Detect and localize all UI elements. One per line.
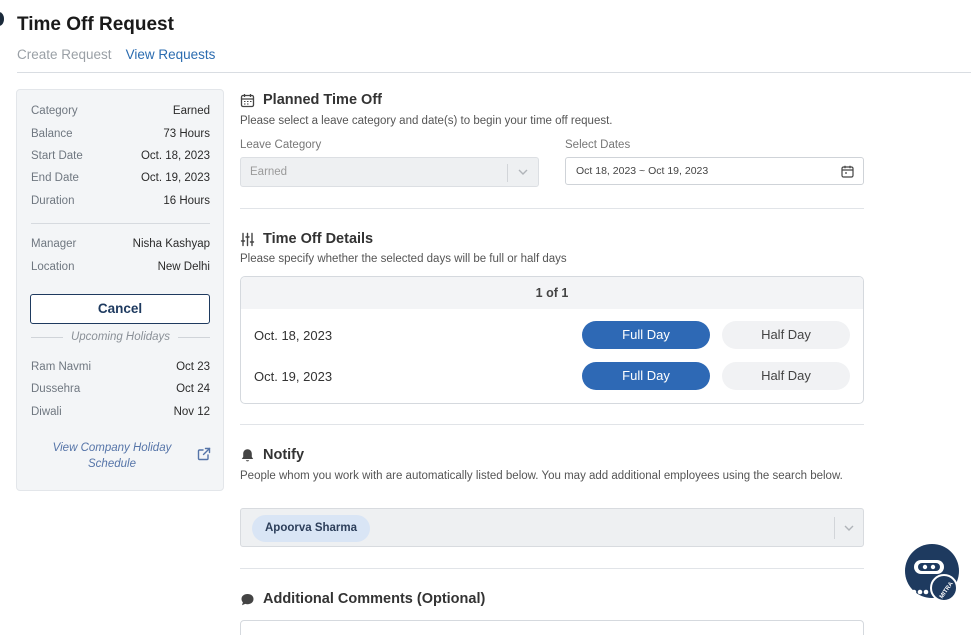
full-day-button[interactable]: Full Day	[582, 362, 710, 390]
summary-row-duration: Duration 16 Hours	[31, 195, 210, 207]
summary-key: Duration	[31, 195, 75, 207]
chevron-down-icon	[518, 169, 528, 175]
half-day-button[interactable]: Half Day	[722, 321, 850, 349]
summary-row-end-date: End Date Oct. 19, 2023	[31, 172, 210, 184]
planned-description: Please select a leave category and date(…	[240, 115, 613, 127]
leave-category-value: Earned	[250, 166, 288, 178]
tab-create-request[interactable]: Create Request	[17, 47, 112, 62]
summary-row-location: Location New Delhi	[31, 261, 210, 273]
heading-rule	[31, 336, 63, 338]
notify-description: People whom you work with are automatica…	[240, 470, 843, 482]
section-divider	[240, 208, 864, 209]
summary-value: New Delhi	[157, 261, 210, 273]
time-off-details-table: 1 of 1 Oct. 18, 2023 Full Day Half Day O…	[240, 276, 864, 404]
summary-value: Nisha Kashyap	[132, 238, 210, 250]
upcoming-holidays-label: Upcoming Holidays	[70, 331, 171, 343]
section-title: Additional Comments (Optional)	[263, 591, 486, 607]
comments-textarea[interactable]	[240, 620, 864, 635]
leave-category-select: Earned	[240, 157, 539, 187]
summary-divider	[31, 223, 210, 224]
comment-icon	[241, 593, 254, 605]
heading-rule	[178, 336, 211, 338]
holiday-date: Oct 23	[176, 361, 210, 373]
holiday-row: Ram Navmi Oct 23	[31, 361, 210, 373]
calendar-icon	[240, 93, 255, 107]
person-chip[interactable]: Apoorva Sharma	[252, 515, 371, 542]
day-row: Oct. 19, 2023 Full Day Half Day	[241, 362, 863, 392]
half-day-button[interactable]: Half Day	[722, 362, 850, 390]
select-divider	[834, 517, 835, 539]
select-divider	[507, 164, 508, 182]
summary-value: 16 Hours	[163, 195, 210, 207]
holiday-row: Dussehra Oct 24	[31, 383, 210, 395]
select-dates-label: Select Dates	[565, 139, 631, 151]
summary-value: Oct. 18, 2023	[140, 150, 210, 162]
section-divider	[240, 424, 864, 425]
holiday-row: Diwali Nov 12	[31, 406, 210, 418]
section-title: Planned Time Off	[263, 92, 382, 108]
section-title: Notify	[263, 447, 305, 463]
summary-row-manager: Manager Nisha Kashyap	[31, 238, 210, 250]
comments-heading: Additional Comments (Optional)	[240, 591, 485, 607]
notify-people-select[interactable]: Apoorva Sharma	[240, 508, 864, 547]
upcoming-holidays-heading: Upcoming Holidays	[31, 331, 211, 343]
day-date: Oct. 18, 2023	[254, 328, 333, 343]
holiday-name: Ram Navmi	[31, 361, 92, 373]
summary-value: Earned	[172, 105, 210, 117]
calendar-icon[interactable]	[841, 165, 854, 178]
date-range-value: Oct 18, 2023 ~ Oct 19, 2023	[576, 165, 709, 177]
chatbot-icon[interactable]: MITRA	[902, 540, 968, 606]
time-off-details-heading: Time Off Details	[240, 231, 373, 247]
day-date: Oct. 19, 2023	[254, 369, 333, 384]
summary-key: Category	[31, 105, 78, 117]
holiday-date: Oct 24	[176, 383, 210, 395]
window-dot	[0, 12, 4, 26]
day-row: Oct. 18, 2023 Full Day Half Day	[241, 321, 863, 351]
summary-key: End Date	[31, 172, 79, 184]
holiday-date: Nov 12	[173, 406, 210, 418]
header-divider	[17, 72, 971, 73]
page-title: Time Off Request	[17, 14, 174, 35]
summary-value: 73 Hours	[163, 128, 210, 140]
summary-key: Location	[31, 261, 75, 273]
request-summary-panel: Category Earned Balance 73 Hours Start D…	[16, 89, 224, 491]
section-title: Time Off Details	[263, 231, 374, 247]
details-description: Please specify whether the selected days…	[240, 253, 567, 265]
sliders-icon	[240, 232, 255, 246]
summary-key: Start Date	[31, 150, 83, 162]
tab-view-requests[interactable]: View Requests	[126, 47, 216, 62]
cancel-button[interactable]: Cancel	[30, 294, 210, 324]
full-day-button[interactable]: Full Day	[582, 321, 710, 349]
summary-row-category: Category Earned	[31, 105, 210, 117]
external-link-icon[interactable]	[197, 447, 211, 461]
bell-icon	[241, 448, 254, 461]
pager-label: 1 of 1	[241, 277, 863, 309]
leave-category-label: Leave Category	[240, 139, 322, 151]
notify-heading: Notify	[240, 447, 304, 463]
tab-bar: Create Request View Requests	[17, 47, 215, 62]
view-holiday-schedule-link[interactable]: View Company Holiday Schedule	[47, 440, 177, 472]
summary-key: Manager	[31, 238, 77, 250]
summary-key: Balance	[31, 128, 73, 140]
holiday-name: Diwali	[31, 406, 62, 418]
summary-row-start-date: Start Date Oct. 18, 2023	[31, 150, 210, 162]
planned-time-off-heading: Planned Time Off	[240, 92, 382, 108]
chevron-down-icon[interactable]	[843, 522, 855, 534]
summary-row-balance: Balance 73 Hours	[31, 128, 210, 140]
date-range-input[interactable]: Oct 18, 2023 ~ Oct 19, 2023	[565, 157, 864, 185]
section-divider	[240, 568, 864, 569]
holiday-name: Dussehra	[31, 383, 81, 395]
summary-value: Oct. 19, 2023	[140, 172, 210, 184]
